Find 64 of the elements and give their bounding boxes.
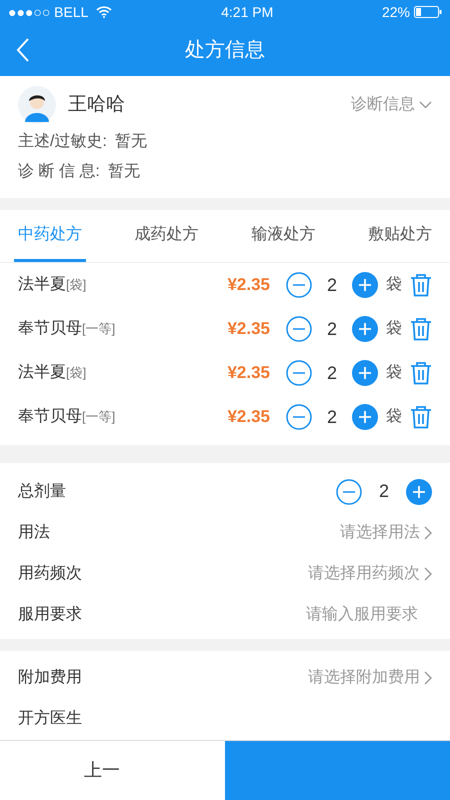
price-text: ¥2.35 (227, 318, 270, 340)
minus-icon[interactable] (286, 272, 312, 298)
medicine-name: 奉节贝母[一等] (18, 318, 116, 339)
form-label: 附加费用 (18, 668, 82, 688)
info-value: 暂无 (108, 162, 140, 182)
back-icon (16, 38, 30, 62)
battery-icon (414, 6, 442, 18)
plus-icon[interactable] (352, 404, 378, 430)
quantity-value: 2 (378, 480, 390, 503)
minus-icon[interactable] (286, 404, 312, 430)
medicine-name: 奉节贝母[一等] (18, 406, 116, 427)
info-label: 诊 断 信 息: (18, 162, 100, 182)
form-label: 服用要求 (18, 604, 82, 624)
unit-text: 袋 (386, 319, 402, 339)
trash-icon[interactable] (410, 273, 432, 297)
form-label: 用法 (18, 522, 50, 542)
unit-text: 袋 (386, 407, 402, 427)
plus-icon[interactable] (352, 272, 378, 298)
form-label: 开方医生 (18, 708, 82, 728)
minus-icon[interactable] (286, 360, 312, 386)
tab[interactable]: 敷贴处方 (364, 210, 436, 262)
price-text: ¥2.35 (227, 406, 270, 428)
minus-icon[interactable] (286, 316, 312, 342)
unit-text: 袋 (386, 363, 402, 383)
input-field[interactable]: 请输入服用要求 (248, 602, 418, 626)
carrier-text: ●●●○○ BELL (8, 2, 88, 22)
back-button[interactable] (16, 38, 30, 62)
price-text: ¥2.35 (227, 362, 270, 384)
trash-icon[interactable] (410, 361, 432, 385)
avatar-icon (18, 86, 56, 124)
trash-icon[interactable] (410, 405, 432, 429)
battery-text: 22% (382, 2, 410, 22)
quantity-value: 2 (326, 362, 338, 384)
medicine-name: 法半夏[袋] (18, 362, 88, 383)
tab[interactable]: 成药处方 (130, 210, 203, 262)
trash-icon[interactable] (410, 317, 432, 341)
select-field[interactable]: 请选择附加费用 (308, 666, 432, 690)
plus-icon[interactable] (352, 360, 378, 386)
info-label: 主述/过敏史: (18, 132, 107, 152)
plus-icon[interactable] (352, 316, 378, 342)
chevron-right-icon (424, 670, 432, 684)
chevron-down-icon (419, 101, 432, 109)
medicine-name: 法半夏[袋] (18, 274, 88, 295)
minus-icon[interactable] (336, 478, 362, 504)
select-field[interactable]: 请选择用法 (340, 520, 432, 544)
wifi-icon (96, 6, 112, 18)
tab[interactable]: 输液处方 (247, 210, 320, 262)
quantity-value: 2 (326, 406, 338, 428)
chevron-right-icon (424, 566, 432, 580)
clock-text: 4:21 PM (221, 2, 274, 22)
select-field[interactable]: 请选择用药频次 (308, 562, 432, 586)
diagnosis-toggle[interactable]: 诊断信息 (351, 93, 432, 117)
unit-text: 袋 (386, 275, 402, 295)
form-label: 用药频次 (18, 564, 82, 584)
chevron-right-icon (424, 526, 432, 540)
page-title: 处方信息 (185, 38, 265, 63)
form-label: 总剂量 (18, 482, 66, 502)
price-text: ¥2.35 (227, 274, 270, 296)
quantity-value: 2 (326, 274, 338, 296)
plus-icon[interactable] (406, 478, 432, 504)
info-value: 暂无 (114, 132, 147, 152)
tab[interactable]: 中药处方 (14, 210, 86, 262)
quantity-value: 2 (326, 318, 338, 340)
patient-name: 王哈哈 (68, 92, 125, 117)
